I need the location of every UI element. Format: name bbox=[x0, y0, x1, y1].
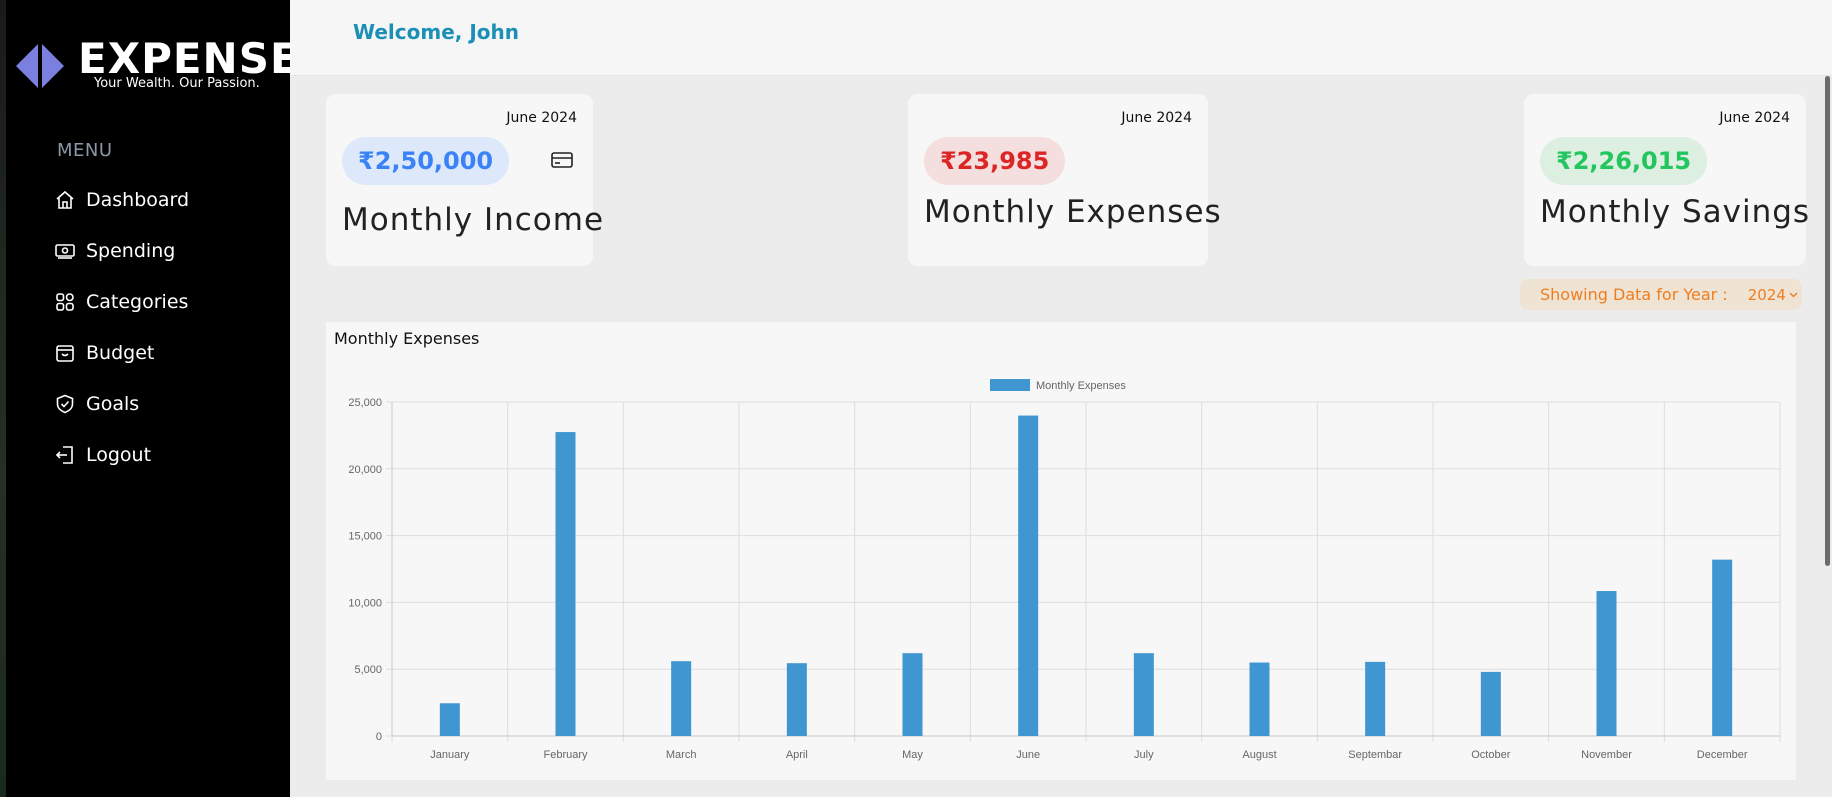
brand-tagline: Your Wealth. Our Passion. bbox=[94, 76, 260, 91]
sidebar-item-label: Categories bbox=[86, 290, 189, 313]
bar-july bbox=[1133, 653, 1154, 736]
sidebar-edge bbox=[0, 0, 6, 797]
sidebar-item-label: Budget bbox=[86, 341, 155, 364]
year-filter: Showing Data for Year : 2024 bbox=[1520, 279, 1802, 310]
bar-june bbox=[1018, 415, 1039, 736]
sidebar-item-budget[interactable]: Budget bbox=[54, 327, 189, 378]
x-tick-label: November bbox=[1581, 749, 1632, 761]
income-card-title: Monthly Income bbox=[342, 202, 605, 238]
bar-november bbox=[1596, 591, 1617, 736]
bar-february bbox=[555, 432, 576, 736]
x-tick-label: May bbox=[902, 749, 923, 761]
year-filter-label: Showing Data for Year : bbox=[1540, 285, 1728, 304]
bar-may bbox=[902, 653, 923, 736]
brand-logo[interactable]: EXPENSE Your Wealth. Our Passion. bbox=[16, 36, 299, 94]
bar-december bbox=[1712, 559, 1733, 736]
bar-october bbox=[1480, 671, 1501, 736]
logo-mark-icon bbox=[16, 44, 64, 88]
x-tick-label: April bbox=[786, 749, 808, 761]
cash-icon bbox=[54, 240, 76, 262]
bar-january bbox=[439, 703, 460, 736]
sidebar-item-label: Logout bbox=[86, 443, 152, 466]
sidebar-item-label: Spending bbox=[86, 239, 176, 262]
sidebar-nav: Dashboard Spending Categories Budget Goa… bbox=[54, 174, 189, 480]
card-date: June 2024 bbox=[1121, 110, 1192, 126]
sidebar-item-logout[interactable]: Logout bbox=[54, 429, 189, 480]
home-icon bbox=[54, 189, 76, 211]
y-tick-label: 10,000 bbox=[348, 597, 382, 609]
bar-april bbox=[786, 663, 807, 736]
sidebar-item-dashboard[interactable]: Dashboard bbox=[54, 174, 189, 225]
top-bar: Welcome, John bbox=[290, 0, 1832, 76]
expenses-card: June 2024 ₹23,985 Monthly Expenses bbox=[908, 94, 1221, 266]
bar-august bbox=[1249, 662, 1270, 736]
x-tick-label: October bbox=[1471, 749, 1510, 761]
income-card: June 2024 ₹2,50,000 Monthly Income bbox=[326, 94, 603, 266]
bar-septembar bbox=[1365, 661, 1386, 736]
sidebar: EXPENSE Your Wealth. Our Passion. MENU D… bbox=[0, 0, 299, 797]
y-tick-label: 20,000 bbox=[348, 464, 382, 476]
sidebar-item-goals[interactable]: Goals bbox=[54, 378, 189, 429]
chart-card: Monthly Expenses 0 5,000 10,000 15,000 20,00… bbox=[326, 322, 1796, 780]
wallet-icon bbox=[54, 342, 76, 364]
page-scrollbar-thumb[interactable] bbox=[1825, 76, 1830, 566]
x-tick-label: Septembar bbox=[1348, 749, 1402, 761]
sidebar-item-categories[interactable]: Categories bbox=[54, 276, 189, 327]
menu-heading: MENU bbox=[57, 140, 113, 161]
grid-icon bbox=[54, 291, 76, 313]
welcome-message: Welcome, John bbox=[353, 20, 519, 44]
shield-check-icon bbox=[54, 393, 76, 415]
main-content: Welcome, John June 2024 ₹2,50,000 Monthl… bbox=[290, 0, 1832, 797]
expenses-amount-badge: ₹23,985 bbox=[924, 137, 1066, 185]
savings-card-title: Monthly Savings bbox=[1540, 194, 1811, 230]
expenses-card-title: Monthly Expenses bbox=[924, 194, 1222, 230]
expenses-bar-chart: 0 5,000 10,000 15,000 20,000 25,000 January Feb… bbox=[348, 379, 1781, 761]
card-date: June 2024 bbox=[1719, 110, 1790, 126]
card-icon[interactable] bbox=[551, 150, 573, 170]
x-tick-label: January bbox=[430, 749, 470, 761]
y-tick-label: 0 bbox=[376, 731, 382, 743]
year-select[interactable]: 2024 bbox=[1748, 286, 1798, 304]
income-amount-badge: ₹2,50,000 bbox=[342, 137, 510, 185]
legend-swatch bbox=[990, 379, 1030, 391]
sidebar-item-spending[interactable]: Spending bbox=[54, 225, 189, 276]
x-tick-label: March bbox=[666, 749, 697, 761]
y-tick-label: 5,000 bbox=[354, 664, 382, 676]
x-tick-label: July bbox=[1134, 749, 1154, 761]
x-tick-label: February bbox=[543, 749, 588, 761]
savings-amount-badge: ₹2,26,015 bbox=[1540, 137, 1708, 185]
x-tick-label: August bbox=[1242, 749, 1276, 761]
sidebar-item-label: Goals bbox=[86, 392, 140, 415]
savings-card: June 2024 ₹2,26,015 Monthly Savings bbox=[1524, 94, 1809, 266]
legend-label: Monthly Expenses bbox=[1036, 380, 1126, 392]
x-tick-label: December bbox=[1697, 749, 1748, 761]
logout-icon bbox=[54, 444, 76, 466]
year-select-value: 2024 bbox=[1747, 285, 1786, 304]
app-root: EXPENSE Your Wealth. Our Passion. MENU D… bbox=[0, 0, 1832, 797]
x-tick-label: June bbox=[1016, 749, 1040, 761]
card-date: June 2024 bbox=[506, 110, 577, 126]
y-tick-label: 15,000 bbox=[348, 531, 382, 543]
sidebar-item-label: Dashboard bbox=[86, 188, 190, 211]
bar-march bbox=[671, 661, 692, 736]
y-tick-label: 25,000 bbox=[348, 397, 382, 409]
chevron-down-icon bbox=[1789, 292, 1798, 297]
